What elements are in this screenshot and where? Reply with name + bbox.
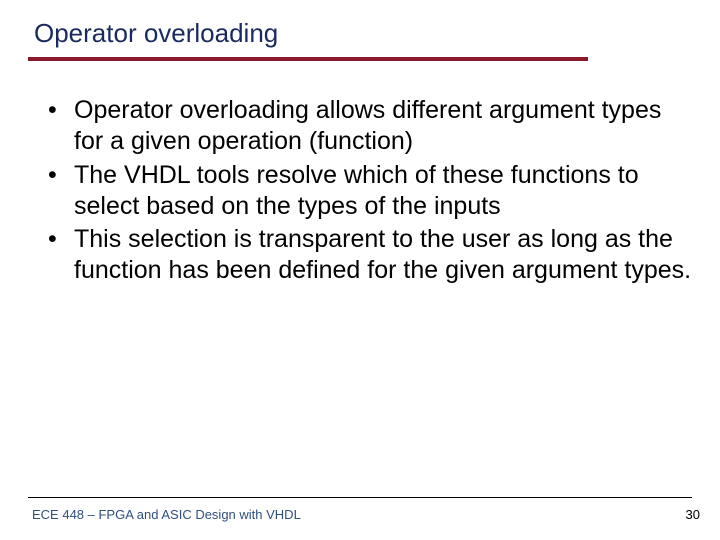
bullet-item: Operator overloading allows different ar… (46, 95, 692, 158)
title-divider (28, 57, 588, 61)
slide: Operator overloading Operator overloadin… (0, 0, 720, 540)
bullet-item: This selection is transparent to the use… (46, 224, 692, 287)
slide-title: Operator overloading (34, 18, 692, 49)
page-number: 30 (686, 507, 700, 522)
content-area: Operator overloading allows different ar… (28, 95, 692, 287)
bullet-item: The VHDL tools resolve which of these fu… (46, 160, 692, 223)
footer-divider (28, 497, 692, 498)
bullet-list: Operator overloading allows different ar… (46, 95, 692, 287)
footer-text: ECE 448 – FPGA and ASIC Design with VHDL (32, 507, 301, 522)
